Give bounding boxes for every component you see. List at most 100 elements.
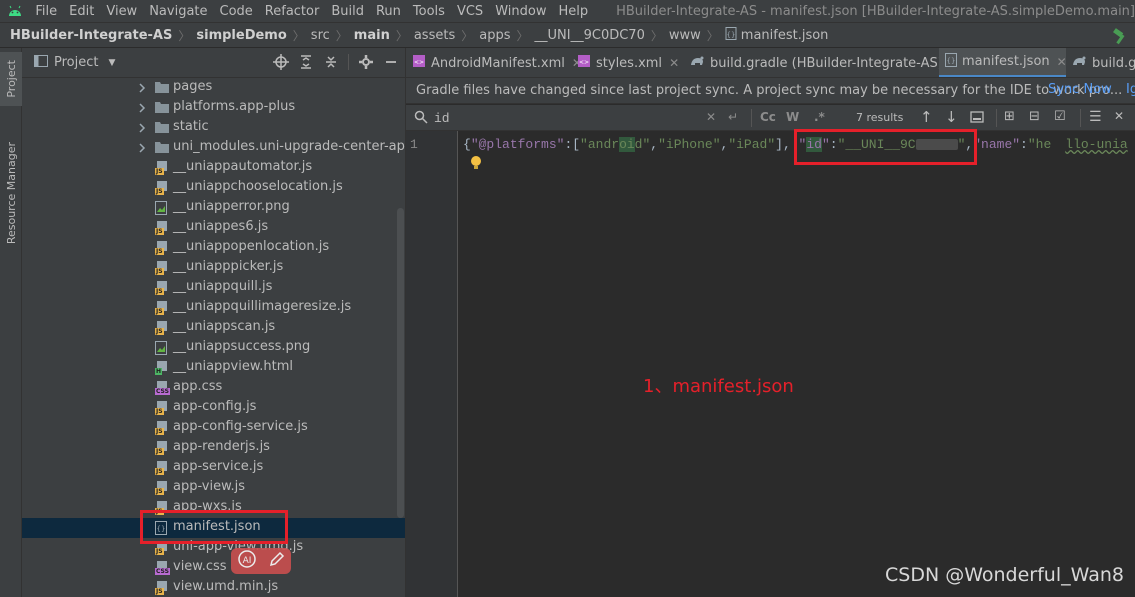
project-tool-tab[interactable]: Project bbox=[0, 52, 22, 106]
edit-pen-icon[interactable] bbox=[268, 550, 286, 572]
tree-file[interactable]: __uniapperror.png bbox=[22, 198, 405, 218]
menu-item-refactor[interactable]: Refactor bbox=[259, 4, 326, 19]
code-token: "@platforms" bbox=[470, 137, 565, 152]
breadcrumb-item[interactable]: apps bbox=[479, 28, 510, 43]
tree-folder[interactable]: static bbox=[22, 118, 405, 138]
hide-panel-icon[interactable] bbox=[383, 54, 399, 74]
breadcrumb-item[interactable]: assets bbox=[414, 28, 455, 43]
sync-now-link[interactable]: Sync Now bbox=[1048, 82, 1112, 97]
breadcrumb-item[interactable]: src bbox=[311, 28, 330, 43]
breadcrumb-item[interactable]: simpleDemo bbox=[196, 28, 286, 43]
tree-file[interactable]: JS app-view.js bbox=[22, 478, 405, 498]
menu-item-edit[interactable]: Edit bbox=[63, 4, 100, 19]
chevron-right-icon[interactable] bbox=[138, 102, 146, 117]
tree-file[interactable]: JS __uniappquill.js bbox=[22, 278, 405, 298]
select-all-occurrences-icon[interactable] bbox=[970, 110, 984, 128]
menu-item-view[interactable]: View bbox=[100, 4, 143, 19]
tree-folder[interactable]: uni_modules.uni-upgrade-center-app bbox=[22, 138, 405, 158]
menu-item-build[interactable]: Build bbox=[325, 4, 370, 19]
editor-tab-label: build.gradle (HBuilder-Integrate-AS) bbox=[710, 55, 943, 71]
close-find-icon[interactable]: ✕ bbox=[1114, 109, 1124, 123]
tree-file[interactable]: JS app-config-service.js bbox=[22, 418, 405, 438]
tree-scrollbar[interactable] bbox=[397, 208, 404, 518]
menu-item-run[interactable]: Run bbox=[370, 4, 407, 19]
js-file-icon: JS bbox=[155, 481, 168, 495]
chevron-right-icon[interactable] bbox=[138, 122, 146, 137]
tree-file[interactable]: JS __uniappquillimageresize.js bbox=[22, 298, 405, 318]
menu-item-vcs[interactable]: VCS bbox=[451, 4, 489, 19]
tree-file[interactable]: CSS view.css bbox=[22, 558, 405, 578]
chevron-right-icon[interactable] bbox=[138, 142, 146, 157]
tree-file[interactable]: JS __uniappautomator.js bbox=[22, 158, 405, 178]
tree-file[interactable]: JS view.umd.min.js bbox=[22, 578, 405, 597]
tree-file[interactable]: JS app-config.js bbox=[22, 398, 405, 418]
whole-words-toggle[interactable]: W bbox=[786, 110, 799, 124]
editor-tab[interactable]: {} manifest.json ✕ bbox=[939, 48, 1067, 77]
lightbulb-icon[interactable] bbox=[469, 155, 483, 175]
close-tab-icon[interactable]: ✕ bbox=[669, 56, 679, 70]
menu-item-tools[interactable]: Tools bbox=[407, 4, 451, 19]
find-bar: ✕ ↵ Cc W .* 7 results ↑ ↓ ⊞ ⊟ ☑ ☰ ✕ bbox=[406, 105, 1135, 131]
build-hammer-icon[interactable] bbox=[1111, 27, 1129, 49]
tree-folder[interactable]: platforms.app-plus bbox=[22, 98, 405, 118]
breadcrumb-item[interactable]: HBuilder-Integrate-AS bbox=[10, 28, 172, 43]
editor-tab[interactable]: <> styles.xml ✕ bbox=[571, 48, 684, 77]
previous-occurrence-icon[interactable]: ↑ bbox=[920, 108, 933, 126]
locate-target-icon[interactable] bbox=[273, 54, 289, 74]
editor-tab[interactable]: <> AndroidManifest.xml ✕ bbox=[406, 48, 582, 77]
search-match: oi bbox=[619, 137, 635, 152]
tree-file[interactable]: JS app-renderjs.js bbox=[22, 438, 405, 458]
tree-item-label: __uniappview.html bbox=[173, 359, 294, 374]
xml-file-icon: <> bbox=[412, 54, 426, 72]
tree-file[interactable]: JS __uniappchooselocation.js bbox=[22, 178, 405, 198]
tree-file[interactable]: JS __uniappopenlocation.js bbox=[22, 238, 405, 258]
menu-item-file[interactable]: File bbox=[29, 4, 63, 19]
regex-toggle[interactable]: .* bbox=[814, 110, 825, 124]
toolbar-divider bbox=[348, 54, 349, 70]
view-dropdown-icon[interactable]: ▼ bbox=[108, 58, 115, 68]
ai-icon[interactable]: AI bbox=[237, 549, 257, 573]
menu-items: File Edit View Navigate Code Refactor Build Run… bbox=[29, 4, 594, 19]
tree-file[interactable]: JS __uniappes6.js bbox=[22, 218, 405, 238]
xml-file-icon: <> bbox=[577, 54, 591, 72]
tree-file[interactable]: JS app-service.js bbox=[22, 458, 405, 478]
tree-file[interactable]: JS __uniapppicker.js bbox=[22, 258, 405, 278]
code-editor[interactable]: {"@platforms":["android","iPhone","iPad"… bbox=[459, 131, 1135, 597]
resource-manager-tool-tab[interactable]: Resource Manager bbox=[0, 132, 22, 254]
breadcrumb-item[interactable]: __UNI__9C0DC70 bbox=[535, 28, 645, 43]
select-occurrences-icon[interactable]: ☑ bbox=[1054, 109, 1066, 124]
ignore-link[interactable]: Ig bbox=[1126, 82, 1135, 97]
menu-item-code[interactable]: Code bbox=[214, 4, 259, 19]
new-line-icon[interactable]: ↵ bbox=[728, 110, 738, 124]
remove-occurrence-icon[interactable]: ⊟ bbox=[1029, 109, 1040, 124]
clear-search-icon[interactable]: ✕ bbox=[706, 110, 716, 124]
editor-tab[interactable]: build.gradle (HBuilder-Integrate-AS)✕ bbox=[684, 48, 960, 77]
chevron-right-icon[interactable] bbox=[138, 82, 146, 97]
editor-tab[interactable]: build.g bbox=[1066, 48, 1135, 77]
menu-item-window[interactable]: Window bbox=[489, 4, 552, 19]
tree-item-label: __uniappautomator.js bbox=[173, 159, 313, 174]
breadcrumb-item[interactable]: www bbox=[669, 28, 701, 43]
next-occurrence-icon[interactable]: ↓ bbox=[945, 108, 958, 126]
floating-toolbar[interactable]: AI bbox=[231, 548, 291, 574]
collapse-all-icon[interactable] bbox=[323, 54, 339, 74]
tree-item-label: app-view.js bbox=[173, 479, 246, 494]
menu-item-help[interactable]: Help bbox=[552, 4, 594, 19]
tree-file[interactable]: JS __uniappscan.js bbox=[22, 318, 405, 338]
tree-folder[interactable]: pages bbox=[22, 78, 405, 98]
code-token: "iPad" bbox=[728, 137, 776, 152]
search-input[interactable] bbox=[434, 109, 674, 127]
add-occurrence-icon[interactable]: ⊞ bbox=[1004, 109, 1015, 124]
settings-gear-icon[interactable] bbox=[358, 54, 374, 74]
filter-icon[interactable]: ☰ bbox=[1089, 109, 1102, 125]
tree-file[interactable]: __uniappsuccess.png bbox=[22, 338, 405, 358]
menu-item-navigate[interactable]: Navigate bbox=[143, 4, 213, 19]
gradle-icon bbox=[690, 55, 705, 71]
breadcrumb-item[interactable]: manifest.json bbox=[741, 28, 829, 43]
tree-file[interactable]: H __uniappview.html bbox=[22, 358, 405, 378]
tree-file[interactable]: CSS app.css bbox=[22, 378, 405, 398]
match-case-toggle[interactable]: Cc bbox=[760, 110, 776, 124]
expand-all-icon[interactable] bbox=[298, 54, 314, 74]
breadcrumb-item[interactable]: main bbox=[354, 28, 390, 43]
tree-item-label: __uniappquill.js bbox=[173, 279, 273, 294]
